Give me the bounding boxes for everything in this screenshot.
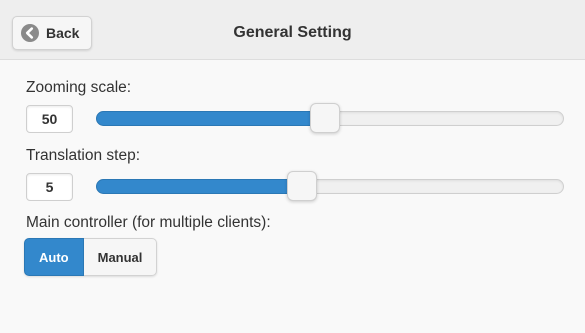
back-button[interactable]: Back	[12, 16, 92, 50]
main-controller-toggle[interactable]: Auto Manual	[24, 238, 158, 276]
translation-step-value-input[interactable]: 5	[26, 173, 73, 201]
zoom-scale-slider-handle[interactable]	[310, 103, 340, 133]
back-button-label: Back	[46, 25, 80, 41]
auto-option-button[interactable]: Auto	[24, 238, 84, 276]
back-arrow-icon	[21, 24, 39, 42]
header-bar: Back General Setting	[0, 0, 585, 60]
zoom-scale-value-input[interactable]: 50	[26, 105, 73, 133]
translation-step-slider-fill	[96, 179, 302, 194]
zoom-scale-slider-fill	[96, 111, 325, 126]
translation-step-slider[interactable]	[96, 171, 564, 201]
translation-step-label: Translation step:	[26, 147, 141, 164]
zoom-scale-label: Zooming scale:	[26, 79, 132, 96]
translation-step-slider-handle[interactable]	[287, 171, 317, 201]
manual-option-button[interactable]: Manual	[83, 238, 158, 276]
zoom-scale-slider[interactable]	[96, 103, 564, 133]
main-controller-label: Main controller (for multiple clients):	[26, 214, 271, 231]
